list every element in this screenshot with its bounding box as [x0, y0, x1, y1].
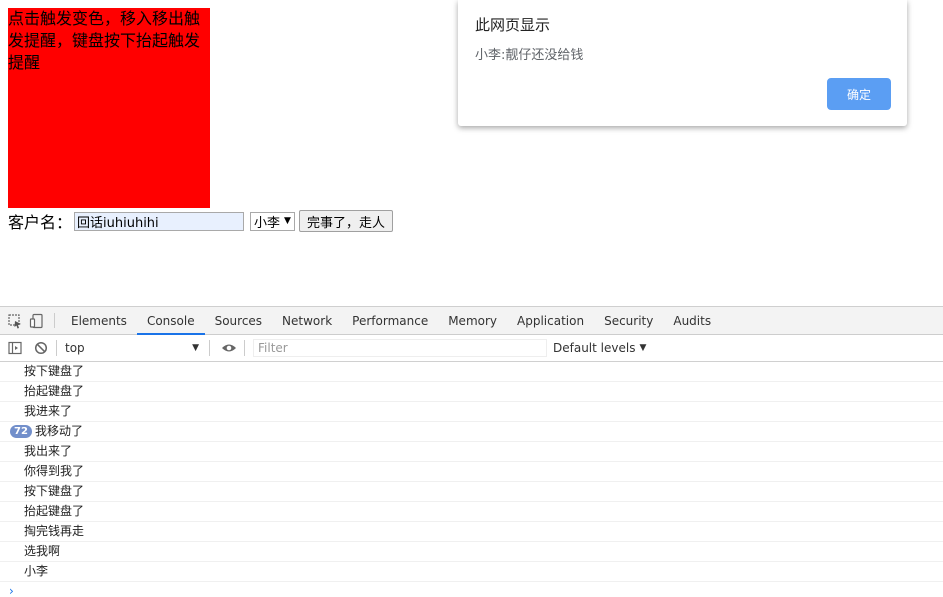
- console-message-text: 抬起键盘了: [24, 384, 85, 398]
- toolbar-divider: [56, 340, 57, 356]
- log-levels-label: Default levels: [553, 341, 636, 355]
- console-message-text: 小李: [24, 564, 49, 578]
- customer-select-value: 小李: [254, 215, 281, 231]
- customer-name-input[interactable]: [74, 211, 245, 231]
- console-message-text: 选我啊: [24, 544, 61, 558]
- console-message-text: 掏完钱再走: [24, 524, 85, 538]
- toolbar-divider: [244, 340, 245, 356]
- inspect-element-icon[interactable]: [4, 307, 26, 334]
- repeat-count-badge: 72: [10, 425, 32, 438]
- console-message: 选我啊: [0, 542, 943, 562]
- console-message-text: 我出来了: [24, 444, 73, 458]
- console-message: 我出来了: [0, 442, 943, 462]
- clear-console-icon[interactable]: [30, 337, 52, 359]
- sidebar-toggle-icon[interactable]: [4, 337, 26, 359]
- tab-elements[interactable]: Elements: [61, 307, 137, 334]
- tab-audits[interactable]: Audits: [663, 307, 721, 334]
- alert-dialog: 此网页显示 小李:靓仔还没给钱 确定: [458, 0, 907, 126]
- select-arrow-icon: ▼: [284, 216, 291, 226]
- console-message: 按下键盘了: [0, 362, 943, 382]
- dialog-message: 小李:靓仔还没给钱: [475, 48, 584, 63]
- tab-memory[interactable]: Memory: [438, 307, 507, 334]
- page-root: 点击触发变色，移入移出触发提醒，键盘按下抬起触发提醒 客户名： 小李 ▼ 完事了…: [0, 0, 943, 597]
- context-selector[interactable]: top ▼: [61, 341, 205, 355]
- tab-performance[interactable]: Performance: [342, 307, 438, 334]
- log-levels-arrow-icon: ▼: [639, 343, 647, 353]
- tab-console[interactable]: Console: [136, 307, 205, 335]
- console-message-text: 我进来了: [24, 404, 73, 418]
- context-arrow-icon: ▼: [192, 343, 199, 353]
- console-message: 抬起键盘了: [0, 502, 943, 522]
- console-toolbar: top ▼ Filter Default levels ▼: [0, 335, 943, 362]
- live-expression-eye-icon[interactable]: [218, 337, 240, 359]
- color-change-box[interactable]: 点击触发变色，移入移出触发提醒，键盘按下抬起触发提醒: [8, 8, 210, 208]
- dialog-title: 此网页显示: [475, 16, 551, 34]
- tabbar-divider: [54, 313, 55, 328]
- console-filter-input[interactable]: Filter: [253, 339, 547, 357]
- console-message-text: 我移动了: [35, 424, 84, 438]
- tab-security[interactable]: Security: [594, 307, 663, 334]
- console-message: 小李: [0, 562, 943, 582]
- tab-network[interactable]: Network: [272, 307, 342, 334]
- customer-select[interactable]: 小李 ▼: [250, 211, 295, 231]
- console-message-text: 按下键盘了: [24, 364, 85, 378]
- log-levels-dropdown[interactable]: Default levels ▼: [553, 341, 646, 355]
- console-message: 我进来了: [0, 402, 943, 422]
- customer-label: 客户名：: [8, 213, 73, 232]
- console-message: 抬起键盘了: [0, 382, 943, 402]
- device-toolbar-icon[interactable]: [26, 307, 48, 334]
- dialog-ok-button[interactable]: 确定: [827, 78, 891, 110]
- tab-application[interactable]: Application: [507, 307, 594, 334]
- console-message: 掏完钱再走: [0, 522, 943, 542]
- prompt-chevron-icon: ›: [9, 584, 14, 597]
- toolbar-divider: [209, 340, 210, 356]
- context-value: top: [65, 341, 85, 355]
- devtools-panel: Elements Console Sources Network Performance…: [0, 306, 943, 597]
- customer-form: 客户名： 小李 ▼ 完事了，走人: [8, 209, 393, 233]
- console-message-text: 按下键盘了: [24, 484, 85, 498]
- console-message: 按下键盘了: [0, 482, 943, 502]
- console-message-text: 抬起键盘了: [24, 504, 85, 518]
- tab-sources[interactable]: Sources: [205, 307, 272, 334]
- console-message: 你得到我了: [0, 462, 943, 482]
- devtools-tabbar: Elements Console Sources Network Performance…: [0, 307, 943, 335]
- checkout-button[interactable]: 完事了，走人: [298, 210, 393, 232]
- console-prompt[interactable]: ›: [0, 582, 943, 597]
- console-message: 72 我移动了: [0, 422, 943, 442]
- console-message-text: 你得到我了: [24, 464, 85, 478]
- devtools-tabs: Elements Console Sources Network Performance…: [61, 307, 721, 335]
- console-log: 按下键盘了 抬起键盘了 我进来了 72 我移动了 我出来了 你得到我了 按下键盘了 抬起键盘了掏…: [0, 362, 943, 582]
